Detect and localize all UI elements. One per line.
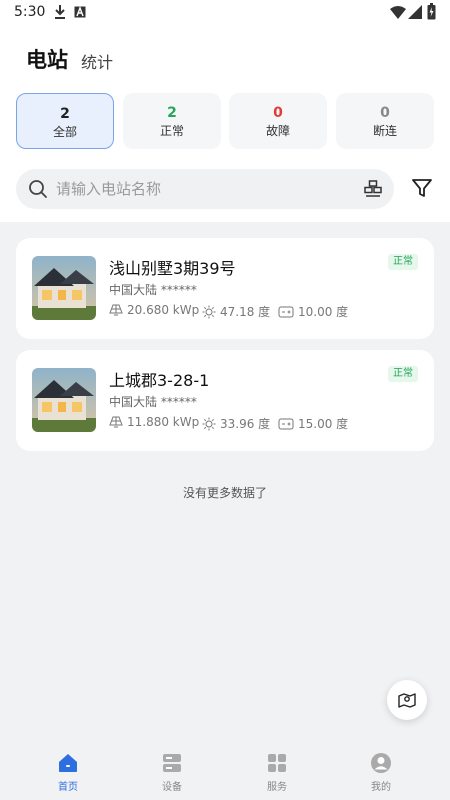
sun-icon: [202, 417, 216, 430]
capacity-stat: 11.880 kWp: [109, 415, 199, 429]
status-badge: 正常: [388, 254, 418, 270]
filter-offline-label: 断连: [372, 124, 397, 138]
list-end-text: 没有更多数据了: [182, 486, 267, 500]
battery-meter-icon: [278, 418, 294, 429]
energy-value: 15.00 度: [298, 417, 349, 431]
filter-icon[interactable]: [411, 177, 433, 199]
energy-stat: 10.00 度: [278, 303, 348, 320]
filter-fault-label: 故障: [265, 124, 290, 138]
nav-profile-label: 我的: [371, 782, 391, 793]
home-icon: [59, 754, 77, 772]
filter-fault[interactable]: 0 故障: [229, 93, 327, 149]
download-icon: [55, 5, 65, 19]
status-time: 5:30: [14, 4, 46, 20]
status-badge: 正常: [388, 366, 418, 382]
station-card[interactable]: 上城郡3-28-1 中国大陆 ****** 正常 11.880 kWp 33.9…: [16, 350, 434, 451]
nav-home-label: 首页: [58, 782, 78, 793]
energy-stat: 15.00 度: [278, 415, 348, 432]
nav-devices[interactable]: 设备: [132, 752, 212, 793]
filter-offline-count: 0: [380, 105, 390, 121]
station-region: 中国大陆 ******: [109, 395, 197, 409]
wifi-icon: [390, 6, 406, 19]
irradiance-value: 33.96 度: [220, 417, 271, 431]
capacity-stat: 20.680 kWp: [109, 303, 199, 317]
solar-panel-icon: [109, 416, 123, 428]
nav-services-label: 服务: [267, 782, 287, 793]
profile-icon: [371, 753, 391, 773]
tab-statistics[interactable]: 统计: [81, 49, 113, 73]
map-view-button[interactable]: [387, 680, 427, 720]
app-notification-icon: [74, 6, 86, 18]
service-icon: [268, 754, 286, 772]
station-card[interactable]: 浅山别墅3期39号 中国大陆 ****** 正常 20.680 kWp 47.1…: [16, 238, 434, 339]
capacity-value: 11.880 kWp: [127, 415, 200, 429]
nav-profile[interactable]: 我的: [341, 752, 421, 793]
device-icon: [163, 754, 181, 772]
irradiance-stat: 47.18 度: [202, 303, 270, 320]
filter-all[interactable]: 2 全部: [16, 93, 114, 149]
tab-stations[interactable]: 电站: [26, 44, 68, 74]
nav-devices-label: 设备: [162, 782, 182, 793]
battery-meter-icon: [278, 306, 294, 317]
signal-icon: [408, 5, 422, 19]
filter-normal-count: 2: [167, 105, 177, 121]
search-input[interactable]: [56, 169, 356, 209]
energy-value: 10.00 度: [298, 305, 349, 319]
nav-home[interactable]: 首页: [28, 752, 108, 793]
solar-panel-icon: [109, 304, 123, 316]
filter-fault-count: 0: [273, 105, 283, 121]
station-region: 中国大陆 ******: [109, 283, 197, 297]
station-thumbnail: [32, 256, 96, 320]
battery-icon: [427, 3, 436, 20]
station-name: 浅山别墅3期39号: [109, 259, 236, 278]
bottom-nav: 首页 设备 服务 我的: [0, 740, 450, 800]
filter-normal-label: 正常: [159, 124, 184, 138]
filter-all-count: 2: [60, 106, 70, 122]
station-grid-icon[interactable]: [364, 180, 382, 198]
filter-offline[interactable]: 0 断连: [336, 93, 434, 149]
irradiance-stat: 33.96 度: [202, 415, 270, 432]
search-bar[interactable]: [16, 169, 394, 209]
irradiance-value: 47.18 度: [220, 305, 271, 319]
filter-all-label: 全部: [52, 125, 77, 139]
capacity-value: 20.680 kWp: [127, 303, 200, 317]
map-pin-icon: [398, 693, 416, 708]
station-name: 上城郡3-28-1: [109, 371, 210, 390]
filter-normal[interactable]: 2 正常: [123, 93, 221, 149]
sun-icon: [202, 305, 216, 318]
status-bar: 5:30: [0, 0, 450, 26]
station-thumbnail: [32, 368, 96, 432]
nav-services[interactable]: 服务: [237, 752, 317, 793]
search-icon: [29, 180, 47, 198]
